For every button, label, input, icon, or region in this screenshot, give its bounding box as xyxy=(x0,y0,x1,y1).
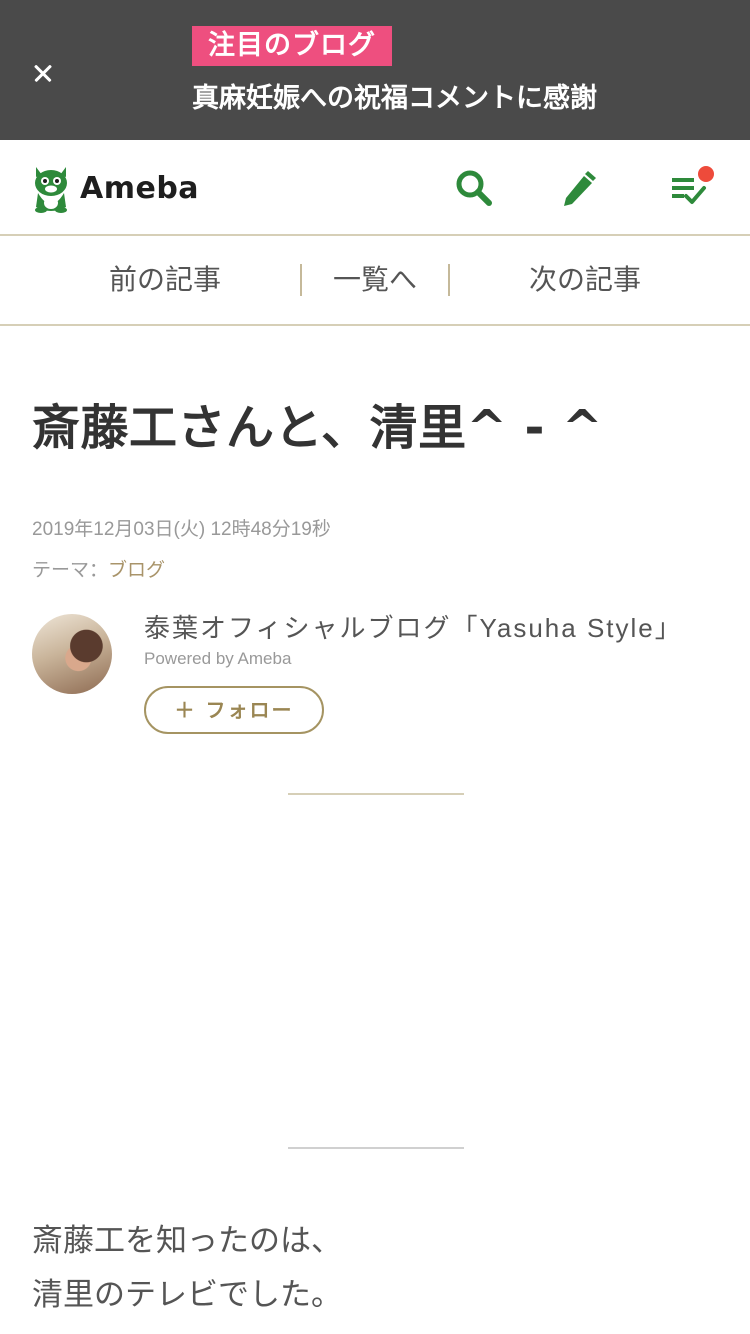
site-header: Ameba xyxy=(0,140,750,236)
prev-article-link[interactable]: 前の記事 xyxy=(60,236,270,324)
author-avatar[interactable] xyxy=(32,614,112,694)
search-icon[interactable] xyxy=(454,168,494,208)
follow-button[interactable]: ＋ フォロー xyxy=(144,686,324,734)
article-body: 斎藤工を知ったのは、 清里のテレビでした。 xyxy=(32,1214,342,1322)
featured-headline[interactable]: 真麻妊娠への祝福コメントに感謝 xyxy=(192,80,597,118)
body-line: 清里のテレビでした。 xyxy=(32,1277,342,1313)
logo-text: Ameba xyxy=(80,170,200,206)
powered-by: Powered by Ameba xyxy=(144,649,292,668)
theme-label: テーマ： xyxy=(32,559,109,581)
article-nav: 前の記事 一覧へ 次の記事 xyxy=(0,236,750,326)
theme-link[interactable]: ブログ xyxy=(108,559,165,581)
ameba-logo[interactable]: Ameba xyxy=(30,162,199,214)
article-title: 斎藤工さんと、清里^ - ^ xyxy=(32,400,603,456)
body-line: 斎藤工を知ったのは、 xyxy=(32,1223,342,1259)
article-list-link[interactable]: 一覧へ xyxy=(302,236,448,324)
divider xyxy=(288,1147,464,1149)
featured-blog-banner[interactable]: 注目のブログ 真麻妊娠への祝福コメントに感謝 xyxy=(0,0,750,140)
divider xyxy=(288,793,464,795)
ameba-mascot-icon xyxy=(35,167,67,213)
article-theme: テーマ：ブログ xyxy=(32,555,165,582)
featured-badge: 注目のブログ xyxy=(192,26,392,66)
next-article-link[interactable]: 次の記事 xyxy=(480,236,690,324)
blog-name[interactable]: 泰葉オフィシャルブログ「Yasuha Style」 xyxy=(144,608,683,645)
close-icon[interactable] xyxy=(28,58,58,88)
notification-badge xyxy=(698,166,714,182)
edit-icon[interactable] xyxy=(558,168,598,208)
nav-separator xyxy=(448,264,450,296)
article-date: 2019年12月03日(火) 12時48分19秒 xyxy=(32,519,331,540)
